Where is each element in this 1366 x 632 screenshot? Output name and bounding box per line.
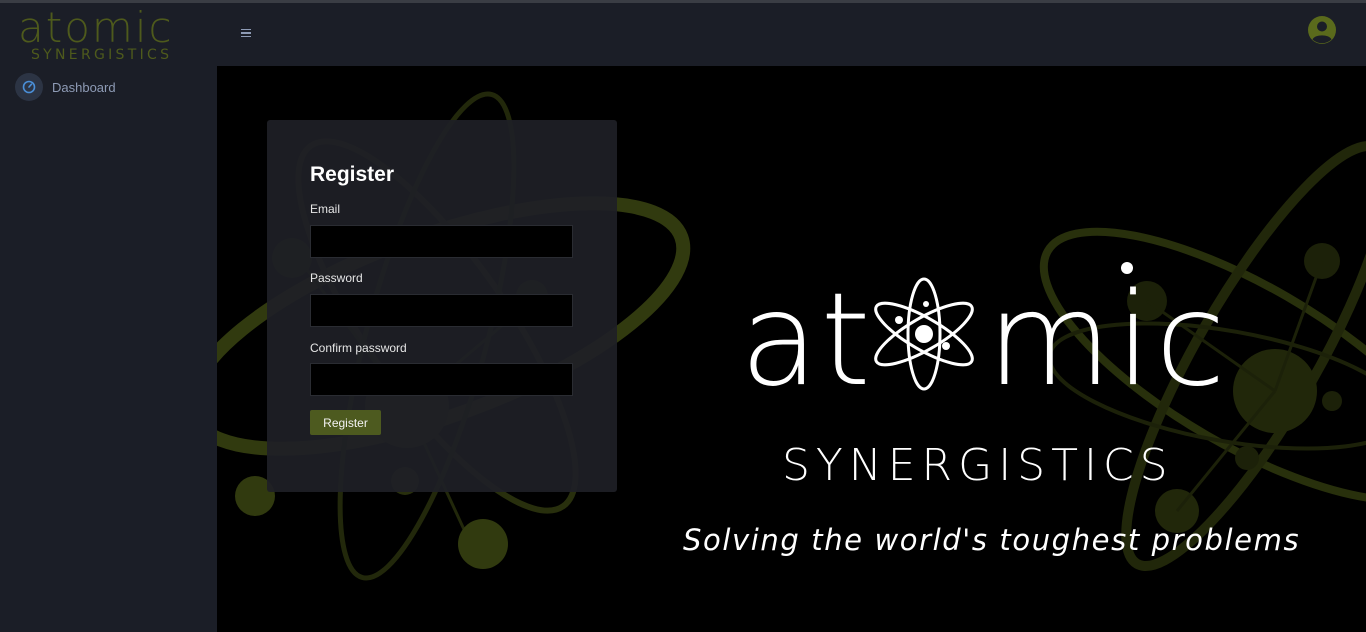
brand-subtitle: SYNERGISTICS (31, 47, 173, 63)
hero-subtitle: SYNERGISTICS (782, 440, 1174, 491)
user-circle-icon[interactable] (1307, 15, 1337, 45)
password-label: Password (310, 271, 363, 285)
confirm-password-label: Confirm password (310, 341, 407, 355)
sidebar-item-dashboard[interactable]: Dashboard (15, 71, 205, 103)
top-header (217, 3, 1366, 66)
register-card: Register Email Password Confirm password… (267, 120, 617, 492)
email-field[interactable] (310, 225, 573, 258)
hamburger-icon[interactable] (241, 25, 255, 41)
email-label: Email (310, 202, 341, 216)
hero-logo: at mic (740, 262, 1230, 415)
password-field[interactable] (310, 294, 573, 327)
brand-logo[interactable]: atomic SYNERGISTICS (16, 5, 181, 65)
main-content: at mic SYNERGISTICS Solving the world's … (217, 66, 1366, 632)
sidebar: atomic SYNERGISTICS Dashboard (0, 3, 217, 632)
register-title: Register (310, 163, 395, 186)
hero-wordmark-left: at (740, 266, 873, 415)
sidebar-item-label: Dashboard (52, 79, 116, 95)
speedometer-icon (15, 73, 43, 101)
confirm-password-field[interactable] (310, 363, 573, 396)
hero-wordmark-right: mic (987, 266, 1230, 415)
register-button[interactable]: Register (310, 410, 381, 435)
brand-wordmark: atomic (18, 3, 174, 52)
atom-icon (874, 277, 974, 391)
hero-tagline: Solving the world's toughest problems (683, 523, 1301, 557)
